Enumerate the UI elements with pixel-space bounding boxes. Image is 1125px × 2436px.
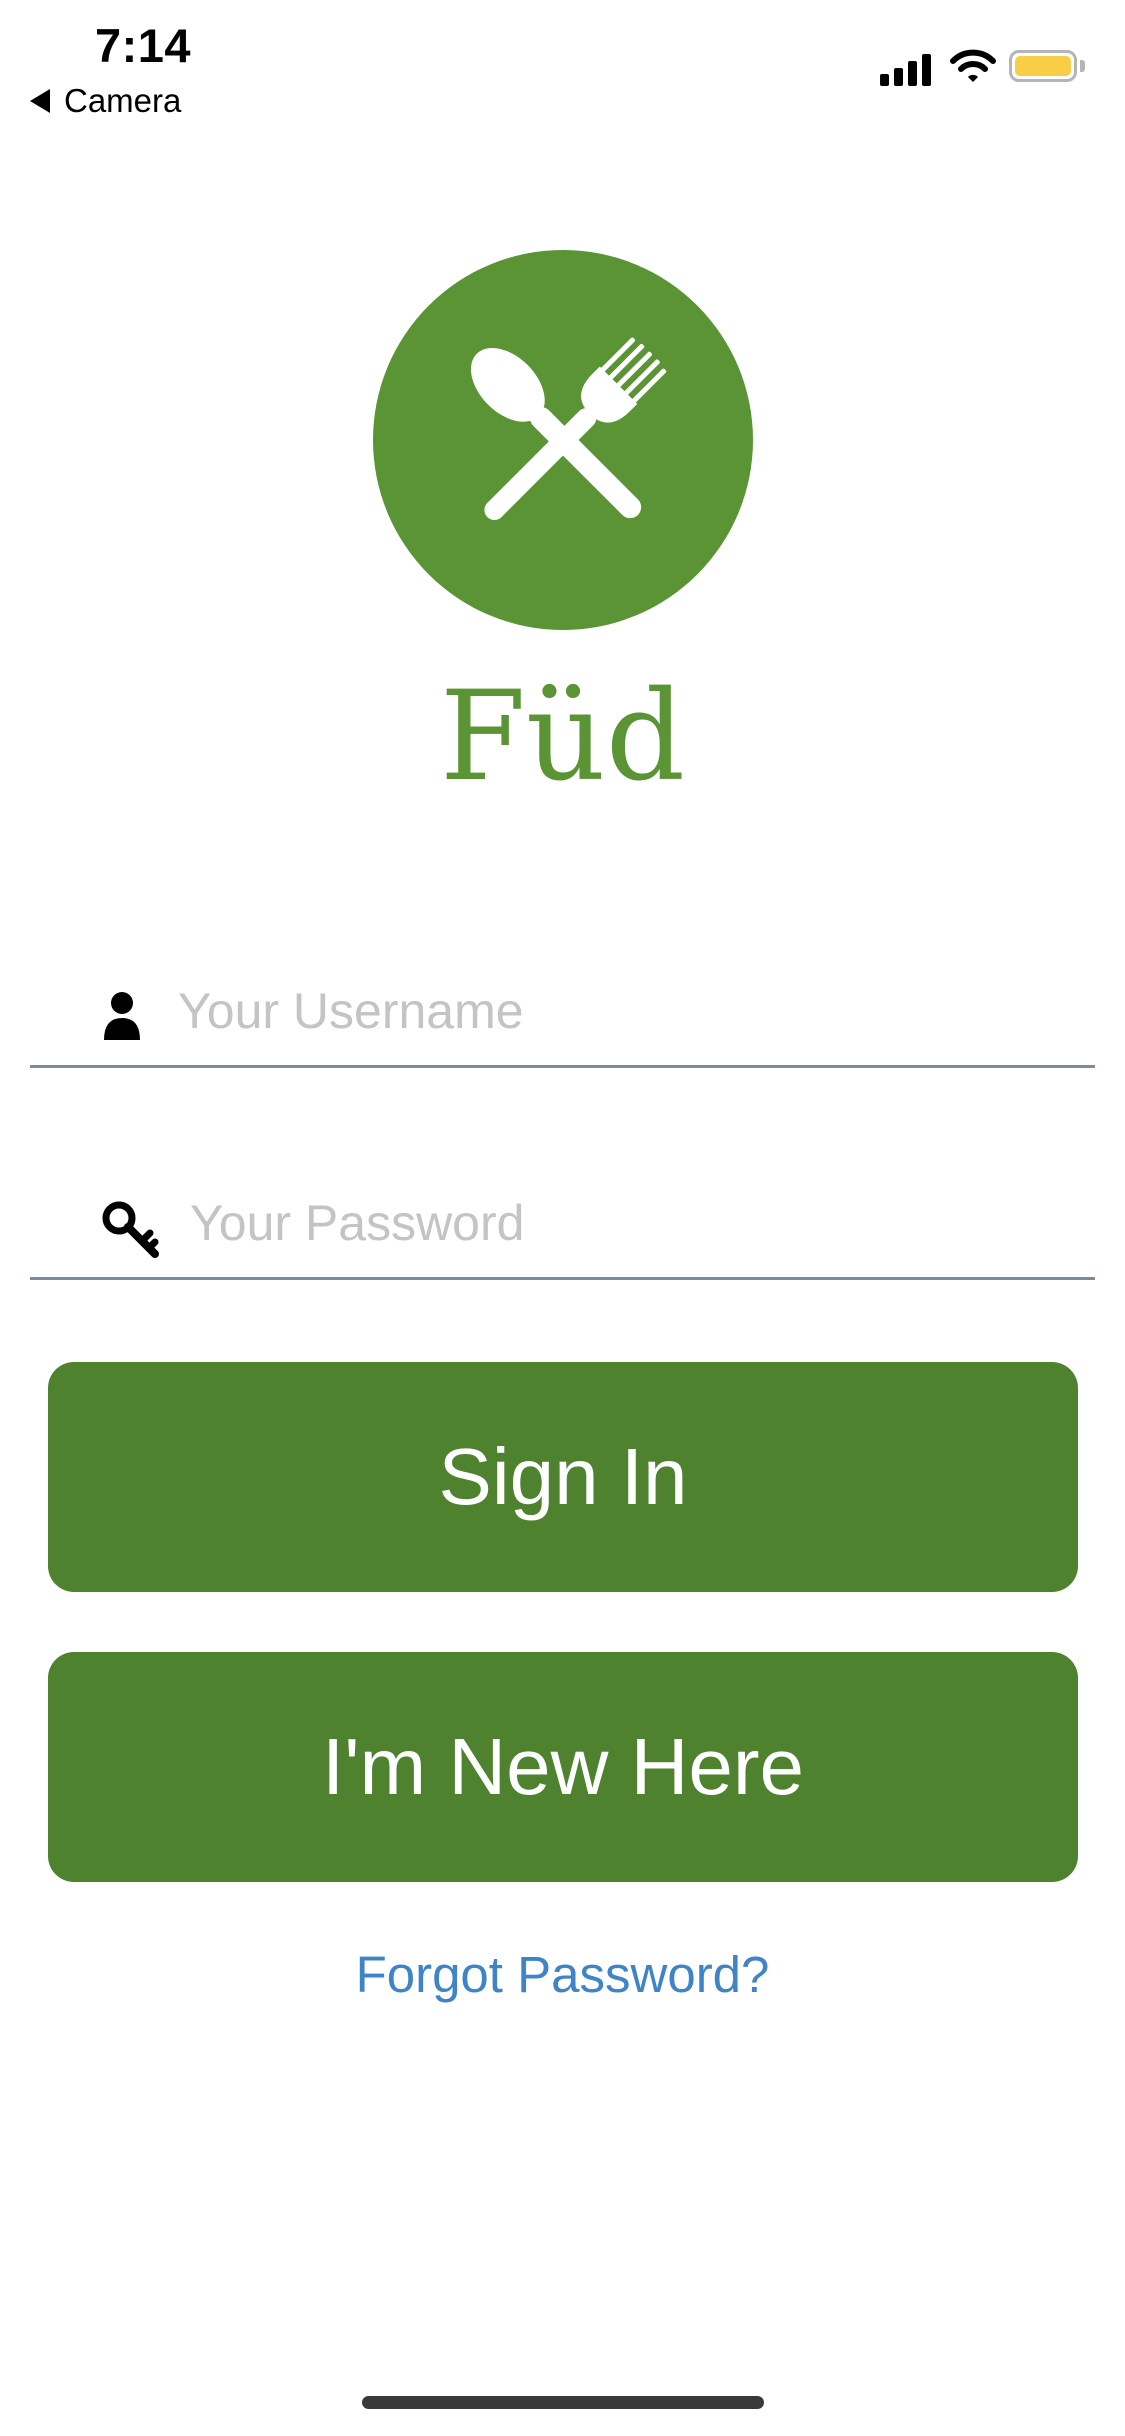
password-input[interactable]: [188, 1187, 1062, 1259]
back-label: Camera: [64, 82, 182, 119]
back-triangle-icon: [30, 89, 50, 113]
forgot-password-link[interactable]: Forgot Password?: [0, 1945, 1125, 2004]
status-time: 7:14: [95, 19, 192, 72]
sign-in-button[interactable]: Sign In: [48, 1362, 1078, 1592]
fork-spoon-icon: [470, 337, 667, 521]
username-input[interactable]: [176, 975, 1060, 1047]
wifi-icon: [950, 49, 996, 82]
home-indicator[interactable]: [362, 2396, 764, 2409]
key-icon: [102, 1201, 159, 1258]
battery-cap: [1080, 60, 1085, 72]
battery-icon: [1009, 50, 1077, 82]
username-field-row: [30, 955, 1095, 1068]
password-field-row: [30, 1167, 1095, 1280]
new-account-button[interactable]: I'm New Here: [48, 1652, 1078, 1882]
signal-icon: [880, 52, 931, 86]
brand-name: Füd: [439, 665, 686, 809]
back-to-camera-link[interactable]: Camera: [30, 82, 181, 120]
user-icon: [104, 992, 140, 1040]
